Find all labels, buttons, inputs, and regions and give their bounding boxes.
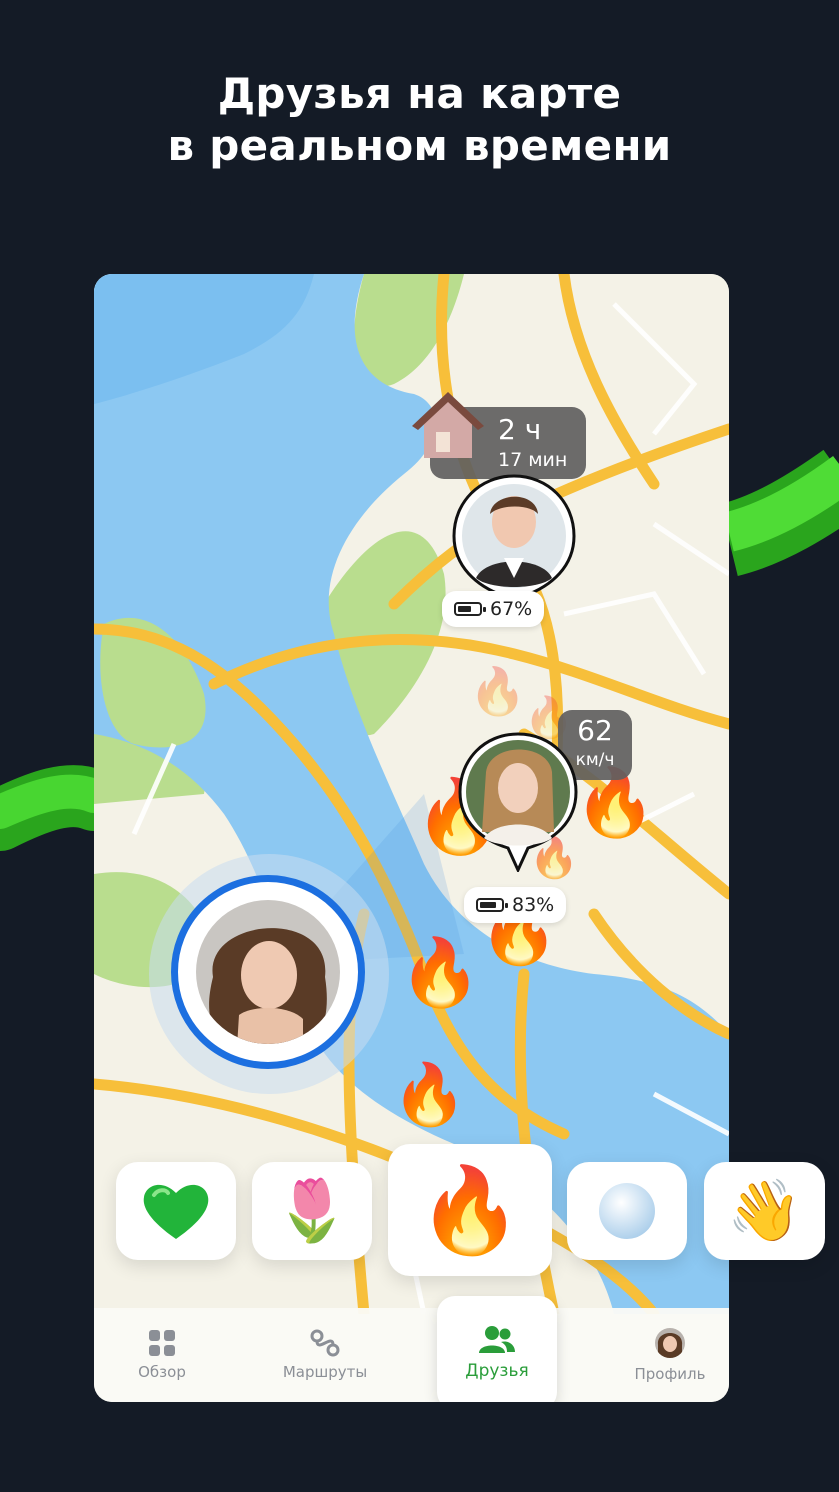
tab-bar: Обзор Маршруты Друзья Профиль xyxy=(94,1296,729,1402)
tab-overview-label: Обзор xyxy=(138,1363,186,1381)
headline-line-2: в реальном времени xyxy=(167,121,672,170)
reaction-tulip[interactable]: 🌷 xyxy=(252,1162,372,1260)
battery-icon xyxy=(454,602,486,616)
tab-routes[interactable]: Маршруты xyxy=(270,1308,380,1402)
battery-pill-1: 67% xyxy=(442,591,545,627)
battery-pill-2: 83% xyxy=(464,887,567,923)
fire-icon: 🔥 xyxy=(392,1060,467,1130)
reaction-green-heart[interactable] xyxy=(116,1162,236,1260)
avatar-pin xyxy=(452,474,576,604)
house-icon xyxy=(412,392,484,458)
app-screen: 🔥 🔥 🔥 🔥 🔥 🔥 🔥 🔥 2 ч 17 мин 67% 62 км/ч 8… xyxy=(94,274,729,1402)
green-heart-icon xyxy=(143,1184,209,1239)
battery-percent: 83% xyxy=(512,894,555,916)
tab-overview[interactable]: Обзор xyxy=(112,1308,212,1402)
reaction-fire[interactable]: 🔥 xyxy=(388,1144,552,1276)
tab-profile-label: Профиль xyxy=(634,1365,706,1383)
reaction-snowball[interactable] xyxy=(567,1162,687,1260)
snowball-icon xyxy=(599,1183,655,1239)
tab-friends[interactable]: Друзья xyxy=(437,1296,557,1402)
battery-icon xyxy=(476,898,508,912)
battery-percent: 67% xyxy=(490,598,533,620)
minutes-label: 17 мин xyxy=(498,449,568,471)
tab-routes-label: Маршруты xyxy=(282,1363,368,1381)
route-icon xyxy=(310,1329,340,1357)
headline-line-1: Друзья на карте xyxy=(217,69,622,118)
reaction-wave[interactable]: 👋 xyxy=(704,1162,825,1260)
avatar-pin xyxy=(458,732,578,872)
user-avatar xyxy=(196,900,340,1044)
tab-friends-label: Друзья xyxy=(465,1361,529,1381)
profile-avatar-icon xyxy=(655,1328,685,1358)
headline: Друзья на карте в реальном времени xyxy=(0,68,839,172)
people-icon xyxy=(479,1326,515,1353)
tulip-icon: 🌷 xyxy=(274,1176,350,1246)
hours-label: 2 ч xyxy=(498,413,542,446)
fire-icon: 🔥 xyxy=(469,664,527,718)
fire-icon: 🔥 xyxy=(417,1161,523,1259)
fire-icon: 🔥 xyxy=(399,934,482,1011)
waving-hand-icon: 👋 xyxy=(727,1176,802,1246)
tab-profile[interactable]: Профиль xyxy=(620,1308,720,1402)
grid-icon xyxy=(149,1330,175,1356)
